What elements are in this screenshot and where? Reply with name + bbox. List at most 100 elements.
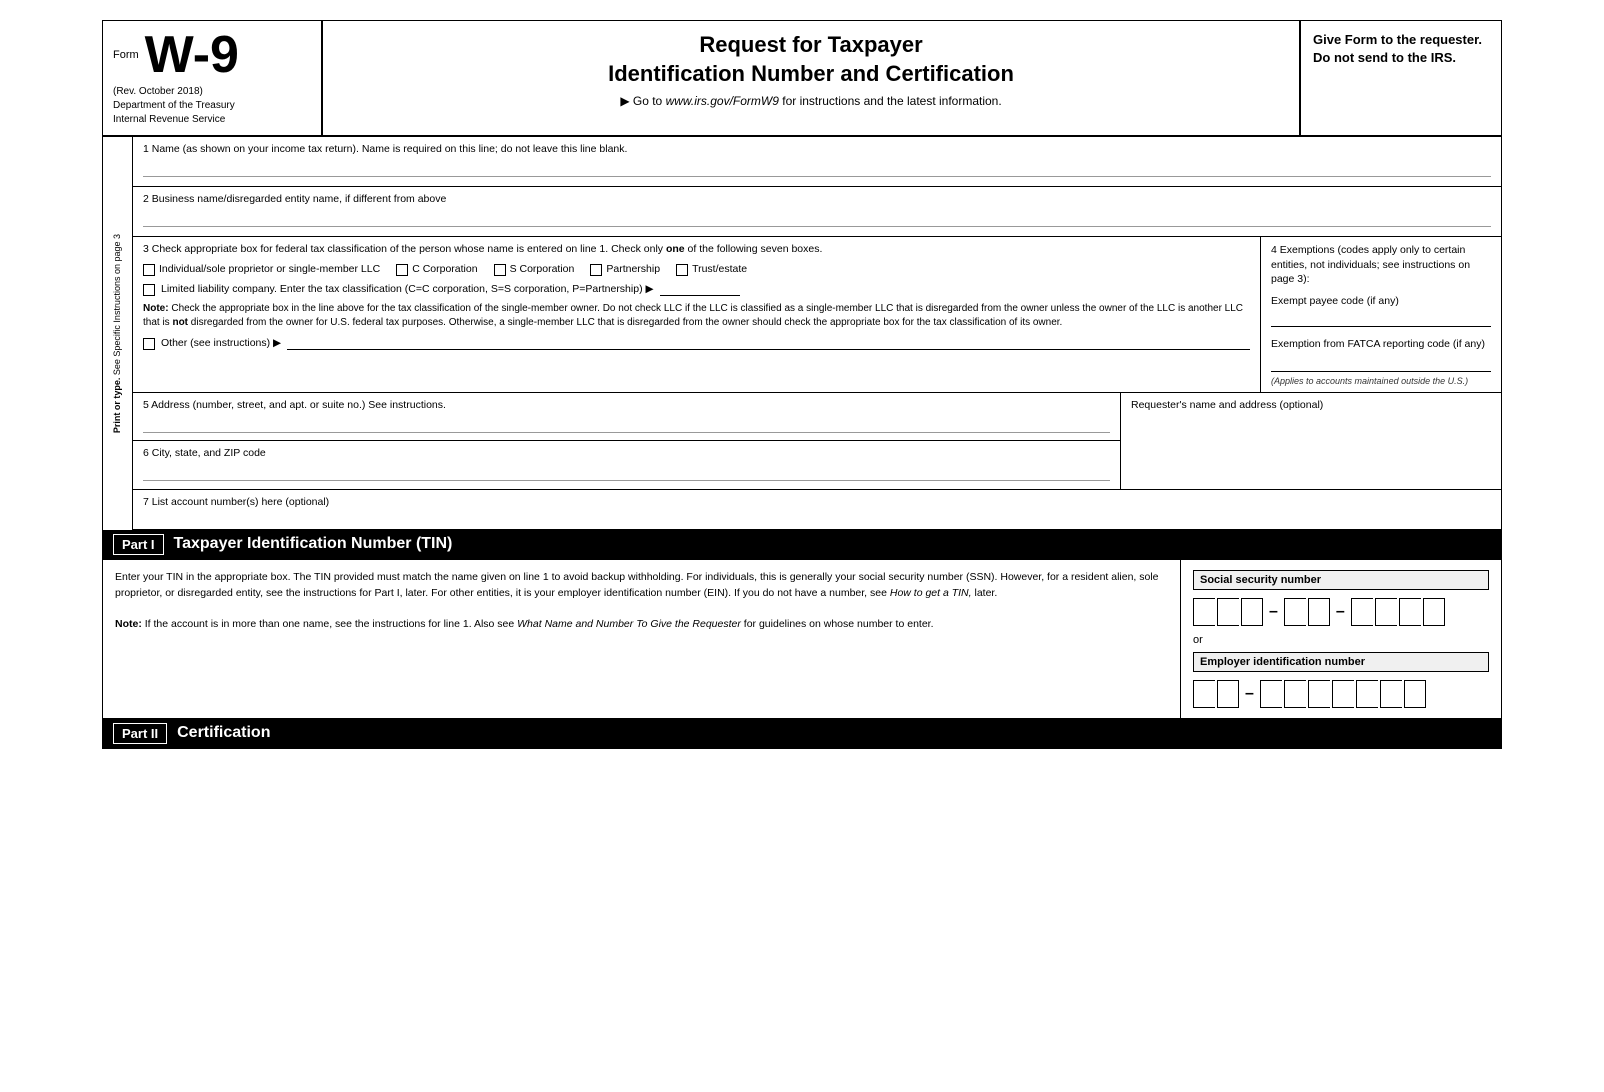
main-title-line2: Identification Number and Certification bbox=[343, 60, 1279, 89]
field2-row: 2 Business name/disregarded entity name,… bbox=[133, 187, 1501, 237]
trust-checkbox-item: Trust/estate bbox=[676, 263, 747, 276]
ssn-box-9[interactable] bbox=[1423, 598, 1445, 626]
row3-header: 3 Check appropriate box for federal tax … bbox=[143, 243, 1250, 255]
exempt-label: Exempt payee code (if any) bbox=[1271, 295, 1491, 307]
field5-input[interactable] bbox=[143, 415, 1110, 433]
main-content: 1 Name (as shown on your income tax retu… bbox=[133, 137, 1501, 530]
field7-row: 7 List account number(s) here (optional) bbox=[133, 490, 1501, 530]
body-wrapper: Print or type. See Specific Instructions… bbox=[103, 137, 1501, 530]
ein-box-1[interactable] bbox=[1193, 680, 1215, 708]
ein-box-5[interactable] bbox=[1308, 680, 1330, 708]
part2-title: Certification bbox=[177, 724, 270, 742]
field2-input[interactable] bbox=[143, 209, 1491, 227]
requester-label: Requester's name and address (optional) bbox=[1131, 399, 1323, 411]
row4: 4 Exemptions (codes apply only to certai… bbox=[1261, 237, 1501, 392]
llc-row: Limited liability company. Enter the tax… bbox=[143, 282, 1250, 296]
field7-label: 7 List account number(s) here (optional) bbox=[143, 496, 329, 508]
field6-label: 6 City, state, and ZIP code bbox=[143, 447, 266, 459]
field1-input[interactable] bbox=[143, 159, 1491, 177]
fatca-input[interactable] bbox=[1271, 356, 1491, 372]
row4-title: 4 Exemptions (codes apply only to certai… bbox=[1271, 243, 1491, 287]
row3-label-bold: one bbox=[666, 243, 685, 255]
partnership-label: Partnership bbox=[606, 263, 660, 275]
field2-label: 2 Business name/disregarded entity name,… bbox=[143, 193, 1491, 205]
row3-label-end: of the following seven boxes. bbox=[685, 243, 823, 255]
part1-para2: Note: If the account is in more than one… bbox=[115, 617, 1168, 633]
part1-label: Part I bbox=[113, 534, 164, 555]
llc-input[interactable] bbox=[660, 282, 740, 296]
field6-input[interactable] bbox=[143, 463, 1110, 481]
ein-box-4[interactable] bbox=[1284, 680, 1306, 708]
ssn-box-6[interactable] bbox=[1351, 598, 1373, 626]
other-row: Other (see instructions) ▶ bbox=[143, 336, 1250, 350]
field5-row: 5 Address (number, street, and apt. or s… bbox=[133, 393, 1120, 441]
part1-note-italic: What Name and Number To Give the Request… bbox=[517, 618, 741, 630]
field1-row: 1 Name (as shown on your income tax retu… bbox=[133, 137, 1501, 187]
goto-line: Go to www.irs.gov/FormW9 for instruction… bbox=[343, 94, 1279, 108]
part2-header: Part II Certification bbox=[103, 719, 1501, 748]
ein-dash: – bbox=[1245, 685, 1254, 703]
ssn-box-1[interactable] bbox=[1193, 598, 1215, 626]
ein-box-8[interactable] bbox=[1380, 680, 1402, 708]
form-id: Form W-9 bbox=[113, 29, 311, 81]
note-not: not bbox=[172, 317, 188, 328]
trust-label: Trust/estate bbox=[692, 263, 747, 275]
llc-label: Limited liability company. Enter the tax… bbox=[161, 283, 654, 295]
ssn-dash2: – bbox=[1336, 603, 1345, 621]
goto-url: www.irs.gov/FormW9 bbox=[666, 94, 779, 108]
individual-label: Individual/sole proprietor or single-mem… bbox=[159, 263, 380, 275]
ssn-box-2[interactable] bbox=[1217, 598, 1239, 626]
ein-box-9[interactable] bbox=[1404, 680, 1426, 708]
note-text: Note: Check the appropriate box in the l… bbox=[143, 302, 1250, 330]
part1-body: Enter your TIN in the appropriate box. T… bbox=[103, 560, 1501, 719]
ein-box-2[interactable] bbox=[1217, 680, 1239, 708]
part1-text-section: Enter your TIN in the appropriate box. T… bbox=[103, 560, 1181, 718]
header-sub: (Rev. October 2018) Department of the Tr… bbox=[113, 85, 311, 127]
tin-section: Social security number – – bbox=[1181, 560, 1501, 718]
part1-para1: Enter your TIN in the appropriate box. T… bbox=[115, 570, 1168, 602]
ssn-box-3[interactable] bbox=[1241, 598, 1263, 626]
ein-box-6[interactable] bbox=[1332, 680, 1354, 708]
part1-text2: later. bbox=[972, 587, 998, 599]
part1-note-text2: for guidelines on whose number to enter. bbox=[741, 618, 934, 630]
exempt-input[interactable] bbox=[1271, 311, 1491, 327]
ssn-box-4[interactable] bbox=[1284, 598, 1306, 626]
side-label-normal: See Specific Instructions on page 3 bbox=[112, 234, 122, 375]
partnership-checkbox[interactable] bbox=[590, 264, 602, 276]
ein-box-3[interactable] bbox=[1260, 680, 1282, 708]
ssn-dash1: – bbox=[1269, 603, 1278, 621]
ssn-boxes: – – bbox=[1193, 598, 1489, 626]
side-label: Print or type. See Specific Instructions… bbox=[103, 137, 133, 530]
ssn-box-7[interactable] bbox=[1375, 598, 1397, 626]
s-corp-checkbox[interactable] bbox=[494, 264, 506, 276]
ein-boxes: – bbox=[1193, 680, 1489, 708]
ssn-box-5[interactable] bbox=[1308, 598, 1330, 626]
c-corp-checkbox[interactable] bbox=[396, 264, 408, 276]
ein-box-7[interactable] bbox=[1356, 680, 1378, 708]
ssn-box-8[interactable] bbox=[1399, 598, 1421, 626]
form-w9: Form W-9 (Rev. October 2018) Department … bbox=[102, 20, 1502, 749]
trust-checkbox[interactable] bbox=[676, 264, 688, 276]
note-bold: Note: bbox=[143, 303, 169, 314]
other-input[interactable] bbox=[287, 336, 1250, 350]
dept1: Department of the Treasury bbox=[113, 99, 311, 113]
part2-label: Part II bbox=[113, 723, 167, 744]
c-corp-checkbox-item: C Corporation bbox=[396, 263, 477, 276]
field1-label: 1 Name (as shown on your income tax retu… bbox=[143, 143, 1491, 155]
part1-italic: How to get a TIN, bbox=[890, 587, 972, 599]
row3: 3 Check appropriate box for federal tax … bbox=[133, 237, 1261, 392]
dept2: Internal Revenue Service bbox=[113, 113, 311, 127]
ssn-group1 bbox=[1193, 598, 1263, 626]
address-rows: 5 Address (number, street, and apt. or s… bbox=[133, 393, 1501, 490]
form-header: Form W-9 (Rev. October 2018) Department … bbox=[103, 21, 1501, 137]
part1-header: Part I Taxpayer Identification Number (T… bbox=[103, 530, 1501, 560]
individual-checkbox[interactable] bbox=[143, 264, 155, 276]
checkboxes-row: Individual/sole proprietor or single-mem… bbox=[143, 263, 1250, 276]
field6-row: 6 City, state, and ZIP code bbox=[133, 441, 1120, 489]
c-corp-label: C Corporation bbox=[412, 263, 477, 275]
header-right: Give Form to the requester. Do not send … bbox=[1301, 21, 1501, 135]
llc-checkbox[interactable] bbox=[143, 284, 155, 296]
goto-prefix: Go to bbox=[633, 94, 666, 108]
other-checkbox[interactable] bbox=[143, 338, 155, 350]
individual-checkbox-item: Individual/sole proprietor or single-mem… bbox=[143, 263, 380, 276]
